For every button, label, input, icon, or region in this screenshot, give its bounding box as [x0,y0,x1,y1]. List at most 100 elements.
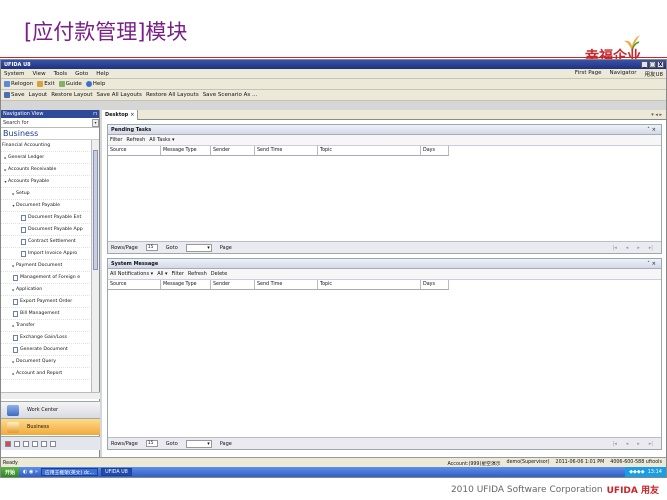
prev-page-icon[interactable]: ◂ [626,245,629,251]
refresh-button[interactable]: Refresh [126,137,145,143]
first-page-icon[interactable]: |◂ [613,441,617,447]
module-icon[interactable] [5,440,11,447]
relogon-button[interactable]: Relogon [4,81,33,87]
help-button[interactable]: Help [85,81,105,87]
column-header[interactable]: Source [108,280,161,289]
save-scenario-button[interactable]: Save Scenario As ... [203,92,258,98]
save-button[interactable]: Save [4,92,25,98]
refresh-button[interactable]: Refresh [188,271,207,277]
next-page-icon[interactable]: ▸ [637,441,640,447]
column-header[interactable]: Message Type [161,280,211,289]
last-page-icon[interactable]: ▸| [649,245,653,251]
filter-button[interactable]: Filter [110,137,122,143]
tree-item[interactable]: ▾ Accounts Payable [1,176,92,188]
work-center-button[interactable]: Work Center [1,401,100,418]
tree-item[interactable]: ▸ Payment Document [1,260,92,272]
column-header[interactable]: Days [421,280,449,289]
tree-item[interactable]: Contract Settlement [1,236,92,248]
rows-per-page-label: Rows/Page [111,244,138,251]
restore-all-layouts-button[interactable]: Restore All Layouts [146,92,199,98]
tree-item[interactable]: ▸ Setup [1,188,92,200]
nav-horizontal-scrollbar[interactable] [1,392,100,399]
all-dropdown[interactable]: All ▾ [157,271,167,277]
column-header[interactable]: Send Time [255,146,318,155]
taskbar-item[interactable]: UFIDA U8 [101,468,132,476]
first-page-link[interactable]: First Page [575,70,602,78]
menu-view[interactable]: View [33,71,46,77]
close-button[interactable]: X [657,61,664,68]
tree-item[interactable]: ▾ Document Payable [1,200,92,212]
panel-controls-icon[interactable]: ˄× [647,127,661,133]
tree-item[interactable]: Document Payable Ent [1,212,92,224]
column-header[interactable]: Days [421,146,449,155]
tree-item[interactable]: Financial Accounting [1,140,92,152]
tree-item[interactable]: Bill Management [1,308,92,320]
rows-per-page-input[interactable]: 15 [145,440,158,447]
column-header[interactable]: Sender [211,146,255,155]
pin-icon[interactable]: ⊓ [93,111,99,117]
nav-search-input[interactable]: Search for ▾ [1,118,99,128]
relogon-icon [4,81,10,87]
tree-item[interactable]: Document Payable App [1,224,92,236]
menu-goto[interactable]: Goto [75,71,88,77]
column-header[interactable]: Source [108,146,161,155]
minimize-button[interactable]: _ [641,61,648,68]
nav-vertical-scrollbar[interactable] [91,140,99,392]
navigator-link[interactable]: Navigator [610,70,637,78]
tree-item[interactable]: Exchange Gain/Loss [1,332,92,344]
tree-item[interactable]: ▸ Accounts Receivable [1,164,92,176]
prev-page-icon[interactable]: ◂ [626,441,629,447]
tree-item[interactable]: Export Payment Order [1,296,92,308]
panel-toolbar: All Notifications ▾ All ▾ Filter Refresh… [108,269,661,280]
tree-item[interactable]: ▸ General Ledger [1,152,92,164]
last-page-icon[interactable]: ▸| [649,441,653,447]
delete-button[interactable]: Delete [211,271,227,277]
tab-scroll-arrows-icon[interactable]: ▾ ◂ ▸ [651,112,666,118]
chevron-down-icon[interactable]: ▾ [92,118,99,127]
column-header[interactable]: Send Time [255,280,318,289]
column-header[interactable]: Message Type [161,146,211,155]
restore-layout-button[interactable]: Restore Layout [51,92,92,98]
rows-per-page-input[interactable]: 15 [145,244,158,251]
tab-close-icon[interactable]: × [130,112,134,118]
tab-desktop[interactable]: Desktop × [102,109,139,120]
tray-icons[interactable]: ◆◆◆◆ [629,469,644,475]
layout-button[interactable]: Layout [29,92,48,98]
first-page-icon[interactable]: |◂ [613,245,617,251]
save-all-layouts-button[interactable]: Save All Layouts [97,92,142,98]
exit-button[interactable]: Exit [37,81,55,87]
column-header[interactable]: Topic [318,280,421,289]
module-icon[interactable] [41,440,47,447]
menu-tools[interactable]: Tools [54,71,68,77]
menu-help[interactable]: Help [96,71,109,77]
module-icon[interactable] [14,440,20,447]
module-icon[interactable] [32,440,38,447]
panel-controls-icon[interactable]: ˄× [647,261,661,267]
module-icon[interactable] [50,440,56,447]
scroll-thumb[interactable] [93,150,98,270]
column-header[interactable]: Sender [211,280,255,289]
filter-button[interactable]: Filter [172,271,184,277]
quicklaunch-icons[interactable]: ◐ ◉ » [23,469,38,475]
column-header[interactable]: Topic [318,146,421,155]
business-button[interactable]: Business [1,418,100,435]
all-notifications-dropdown[interactable]: All Notifications ▾ [110,271,153,277]
tree-item[interactable]: Import Invoice Appro [1,248,92,260]
goto-page-select[interactable] [185,439,212,448]
goto-page-select[interactable] [185,243,212,252]
module-icon[interactable] [23,440,29,447]
all-tasks-dropdown[interactable]: All Tasks ▾ [149,137,174,143]
tree-item[interactable]: Management of Foreign e [1,272,92,284]
tree-item[interactable]: Generate Document [1,344,92,356]
next-page-icon[interactable]: ▸ [637,245,640,251]
tree-item[interactable]: ▸ Account and Report [1,368,92,380]
panel-header: System Message ˄× [108,259,661,269]
maximize-button[interactable]: □ [649,61,656,68]
menu-system[interactable]: System [4,71,25,77]
taskbar-item[interactable]: 应用王框架(英文) dc... [40,468,99,476]
tree-item[interactable]: ▸ Transfer [1,320,92,332]
tree-item[interactable]: ▸ Document Query [1,356,92,368]
start-button[interactable]: 开始 [1,467,20,477]
guide-button[interactable]: Guide [58,81,82,87]
tree-item[interactable]: ▸ Application [1,284,92,296]
